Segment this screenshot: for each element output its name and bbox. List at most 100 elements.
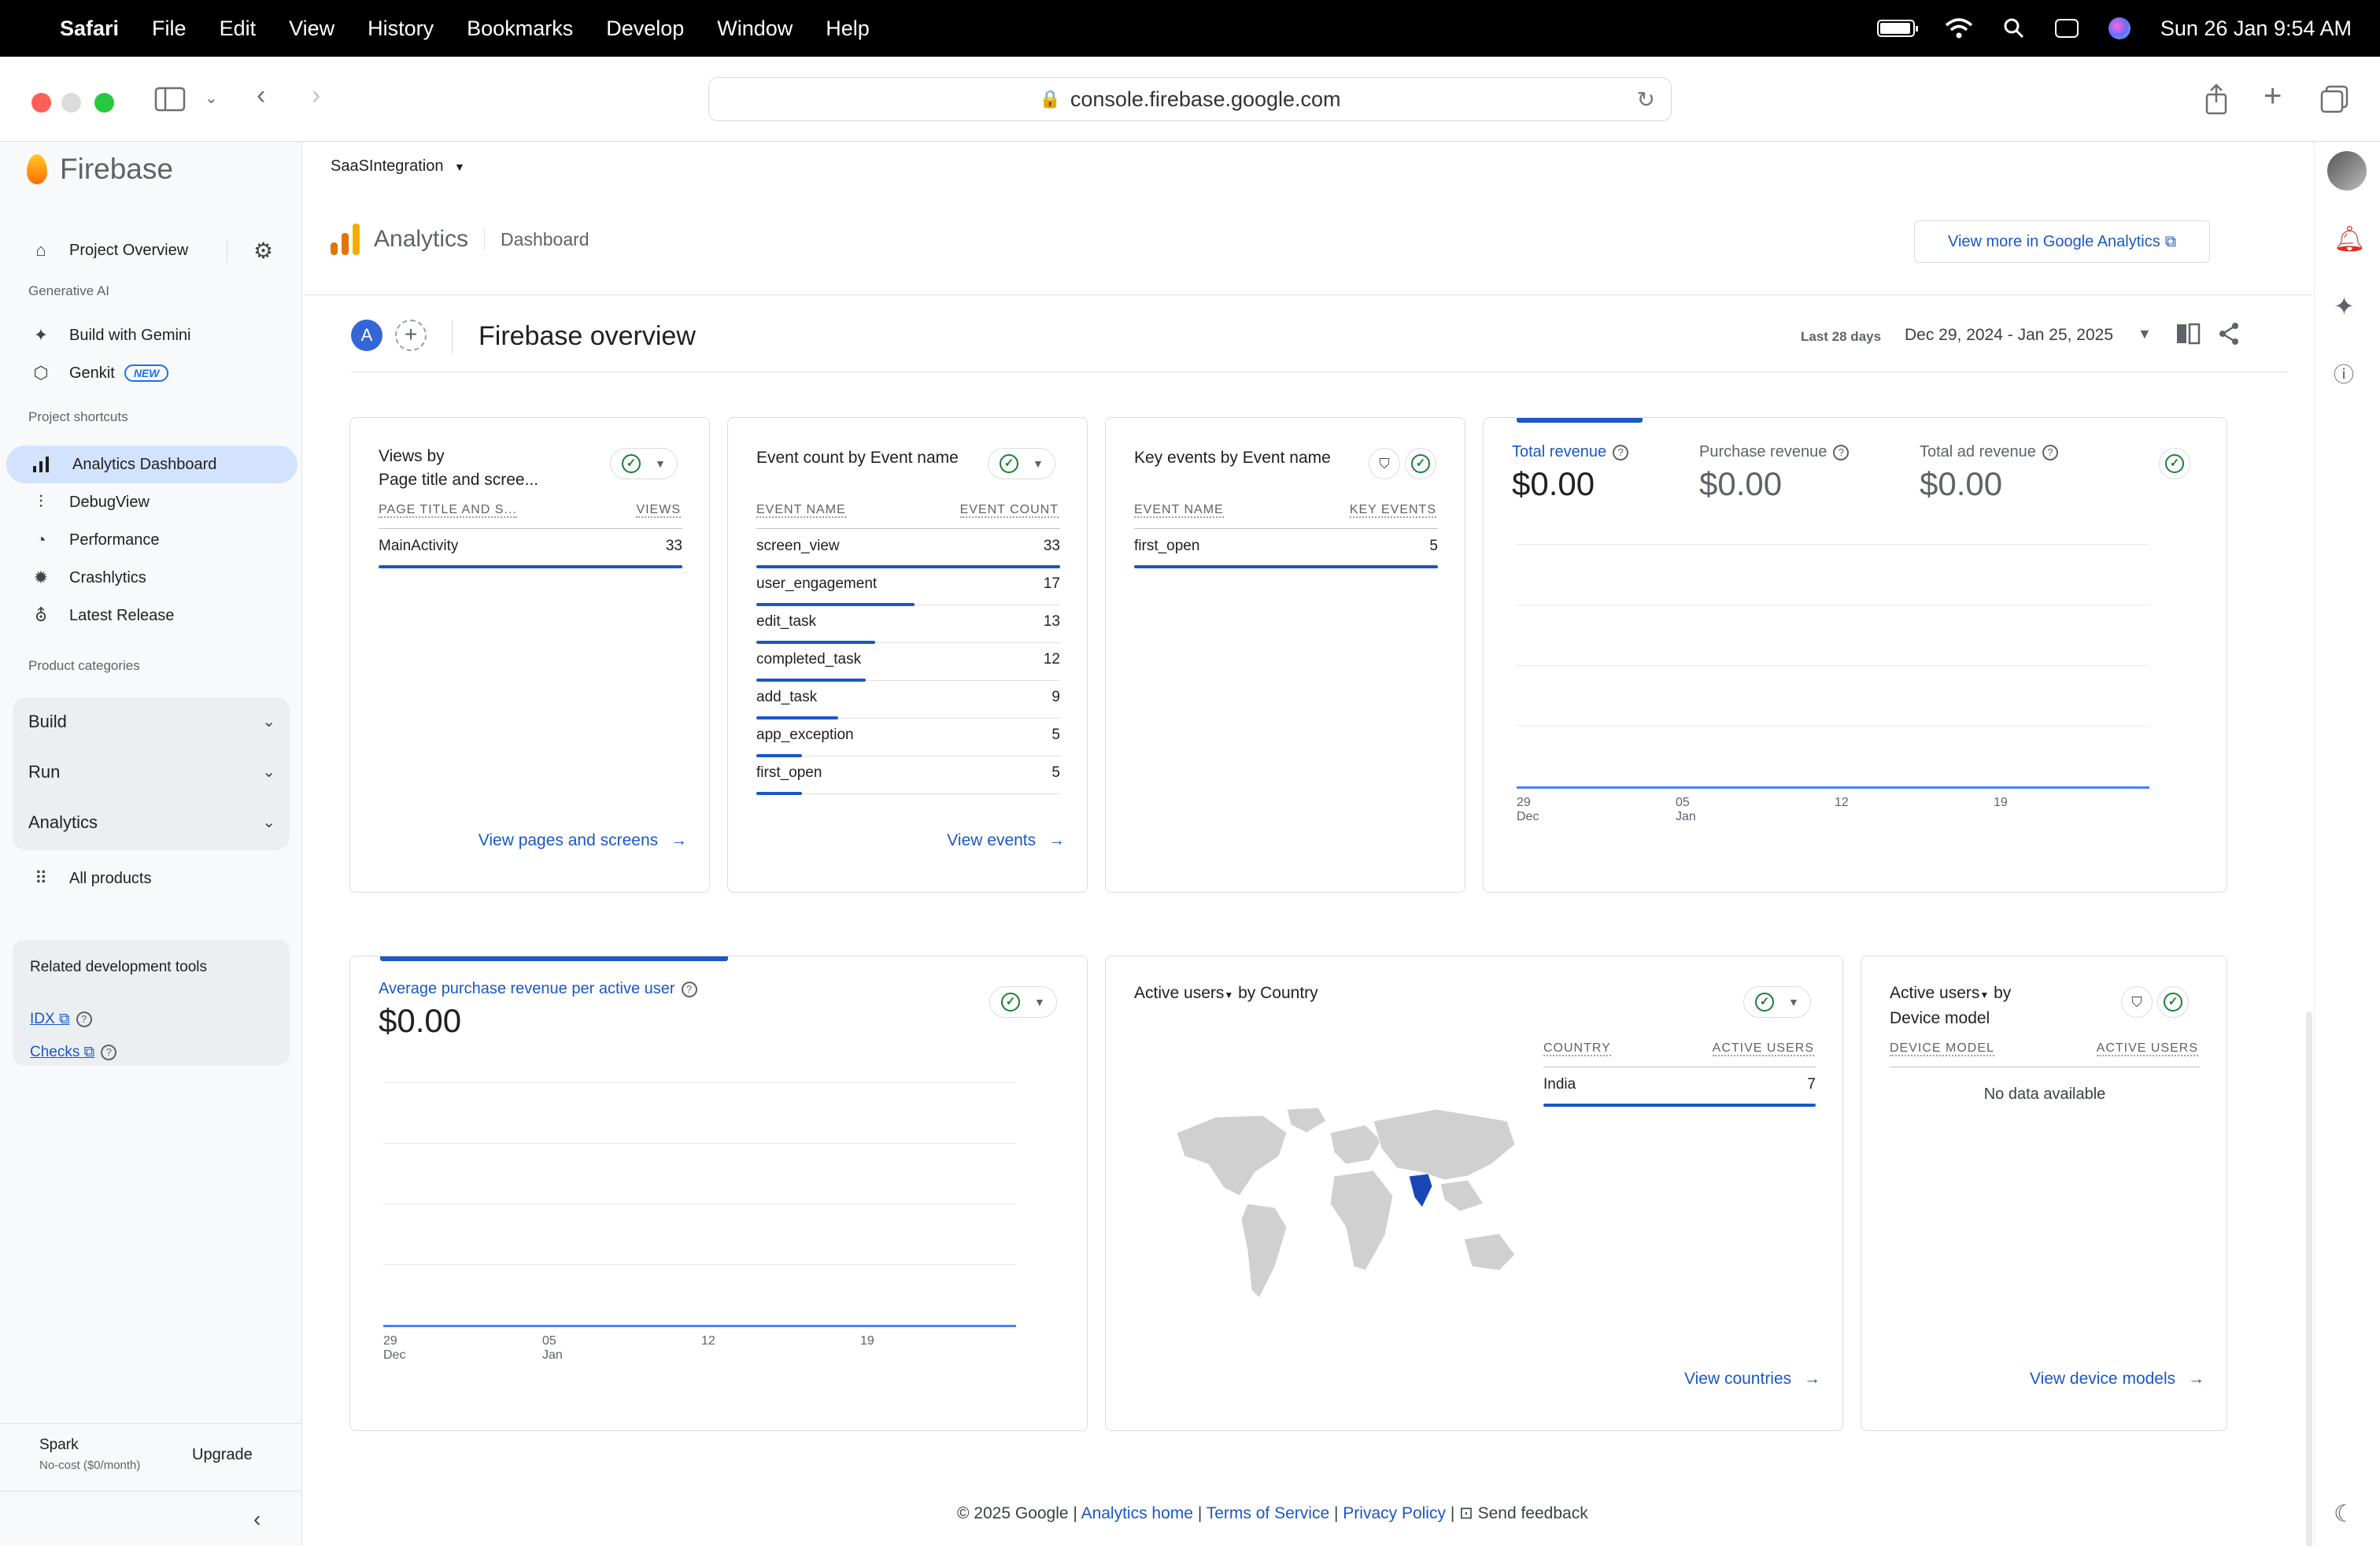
- share-icon[interactable]: [2204, 83, 2229, 115]
- compare-columns-icon[interactable]: [2175, 321, 2201, 346]
- help-icon[interactable]: ?: [2042, 444, 2058, 460]
- view-device-models-link[interactable]: View device models →: [2030, 1370, 2204, 1389]
- project-selector[interactable]: SaaSIntegration ▼: [331, 157, 465, 176]
- privacy-policy-link[interactable]: Privacy Policy: [1343, 1504, 1446, 1522]
- all-products-link[interactable]: ⠿ All products: [0, 860, 302, 897]
- help-icon[interactable]: ⓘ: [2334, 359, 2354, 388]
- help-icon[interactable]: ?: [76, 1011, 92, 1027]
- table-row[interactable]: edit_task 13: [756, 605, 1060, 644]
- card-options-control[interactable]: ✓ ▼: [1743, 986, 1811, 1018]
- wifi-icon[interactable]: [1945, 17, 1973, 39]
- forward-icon[interactable]: ›: [312, 80, 320, 111]
- overview-toolbar: A + Firebase overview Last 28 days Dec 2…: [351, 320, 2287, 364]
- settings-gear-icon[interactable]: ⚙: [253, 238, 273, 264]
- card-options-control[interactable]: ✓: [2159, 448, 2190, 479]
- menu-window[interactable]: Window: [717, 17, 793, 41]
- checks-link[interactable]: Checks ⧉?: [30, 1044, 117, 1061]
- menu-develop[interactable]: Develop: [606, 17, 684, 41]
- browser-toolbar: ⌄ ‹ › 🔒 console.firebase.google.com ↻ +: [0, 57, 2380, 142]
- tab-group-chevron-icon[interactable]: ⌄: [205, 88, 218, 108]
- view-pages-and-screens-link[interactable]: View pages and screens →: [479, 831, 687, 850]
- help-icon[interactable]: ?: [1833, 444, 1850, 460]
- menu-view[interactable]: View: [289, 17, 334, 41]
- card-options-control[interactable]: ✓ ▼: [610, 448, 678, 479]
- card-options-control[interactable]: ✓: [1405, 448, 1436, 479]
- help-icon[interactable]: ?: [1613, 444, 1629, 460]
- view-in-google-analytics-button[interactable]: View more in Google Analytics ⧉: [1914, 220, 2210, 263]
- zoom-window-button[interactable]: [94, 93, 114, 113]
- table-row[interactable]: completed_task 12: [756, 643, 1060, 682]
- sidebar-item-build-with-gemini[interactable]: ✦ Build with Gemini: [0, 316, 302, 354]
- card-options-control[interactable]: ✓ ▼: [988, 448, 1055, 479]
- menu-app-safari[interactable]: Safari: [60, 17, 119, 41]
- help-icon[interactable]: ?: [681, 981, 697, 997]
- table-row[interactable]: screen_view 33: [756, 530, 1060, 568]
- menubar-clock[interactable]: Sun 26 Jan 9:54 AM: [2160, 17, 2352, 41]
- address-bar[interactable]: 🔒 console.firebase.google.com ↻: [708, 77, 1672, 121]
- sidebar-item-analytics-dashboard[interactable]: Analytics Dashboard: [0, 446, 302, 483]
- table-row[interactable]: first_open 5: [1134, 530, 1438, 568]
- idx-link[interactable]: IDX ⧉?: [30, 1011, 92, 1028]
- close-window-button[interactable]: [31, 93, 51, 113]
- battery-icon[interactable]: [1876, 20, 1918, 37]
- terms-of-service-link[interactable]: Terms of Service: [1207, 1504, 1329, 1522]
- menu-help[interactable]: Help: [826, 17, 870, 41]
- sidebar-item-performance[interactable]: ◔ Performance: [0, 521, 302, 559]
- collapse-sidebar-icon[interactable]: ‹: [253, 1507, 261, 1532]
- share-icon[interactable]: [2216, 321, 2241, 346]
- help-icon[interactable]: ?: [101, 1044, 117, 1060]
- metric-label[interactable]: Average purchase revenue per active user…: [379, 980, 697, 998]
- menu-file[interactable]: File: [152, 17, 187, 41]
- project-overview-link[interactable]: ⌂ Project Overview ⚙: [0, 231, 302, 269]
- tab-overview-icon[interactable]: [2320, 85, 2349, 113]
- table-row[interactable]: MainActivity 33: [379, 530, 682, 568]
- analytics-home-link[interactable]: Analytics home: [1081, 1504, 1193, 1522]
- add-comparison-icon[interactable]: +: [395, 320, 427, 351]
- main-scrollbar[interactable]: [2306, 1012, 2312, 1546]
- notifications-bell-icon[interactable]: 🔔︎: [2334, 224, 2366, 253]
- table-row[interactable]: app_exception 5: [756, 719, 1060, 757]
- sidebar-item-latest-release[interactable]: ⛢ Latest Release: [0, 597, 302, 634]
- firebase-logo[interactable]: Firebase: [27, 153, 173, 186]
- view-events-link[interactable]: View events →: [947, 831, 1065, 850]
- metric-label: Total revenue?: [1512, 443, 1629, 461]
- table-row[interactable]: add_task 9: [756, 681, 1060, 719]
- control-center-icon[interactable]: [2054, 19, 2079, 38]
- filter-icon[interactable]: ⛉: [2121, 986, 2153, 1018]
- user-avatar[interactable]: [2327, 151, 2367, 190]
- card-options-control[interactable]: ✓: [2157, 986, 2189, 1018]
- metric-selector[interactable]: Active users▼: [1134, 984, 1233, 1002]
- minimize-window-button[interactable]: [61, 93, 81, 113]
- upgrade-button[interactable]: Upgrade: [192, 1446, 253, 1464]
- category-run[interactable]: Run ⌄: [13, 749, 290, 798]
- sidebar-item-genkit[interactable]: ⬡ Genkit NEW: [0, 354, 302, 392]
- date-range-dropdown-icon[interactable]: ▼: [2138, 326, 2152, 342]
- category-build[interactable]: Build ⌄: [13, 697, 290, 746]
- comparison-avatar[interactable]: A: [351, 320, 382, 351]
- date-range-picker[interactable]: Dec 29, 2024 - Jan 25, 2025: [1905, 326, 2113, 345]
- sidebar-toggle-icon[interactable]: [154, 87, 186, 112]
- menu-bookmarks[interactable]: Bookmarks: [467, 17, 573, 41]
- card-options-control[interactable]: ✓ ▼: [989, 986, 1057, 1018]
- send-feedback-link[interactable]: ⊡ Send feedback: [1459, 1504, 1588, 1522]
- reload-icon[interactable]: ↻: [1637, 87, 1655, 113]
- spotlight-search-icon[interactable]: [2003, 17, 2025, 39]
- table-row[interactable]: user_engagement 17: [756, 568, 1060, 606]
- menu-edit[interactable]: Edit: [220, 17, 257, 41]
- metric-selector[interactable]: Active users▼: [1890, 984, 1989, 1002]
- table-row[interactable]: India 7: [1543, 1068, 1816, 1107]
- siri-icon[interactable]: [2108, 17, 2131, 39]
- gemini-sparkle-icon[interactable]: ✦: [2334, 291, 2355, 321]
- column-header-text: VIEWS: [636, 503, 681, 518]
- table-row[interactable]: first_open 5: [756, 756, 1060, 795]
- view-countries-link[interactable]: View countries →: [1684, 1370, 1820, 1389]
- dark-mode-moon-icon[interactable]: ☾: [2334, 1500, 2355, 1528]
- new-tab-icon[interactable]: +: [2264, 79, 2282, 114]
- sidebar-item-debugview[interactable]: ⫶ DebugView: [0, 483, 302, 521]
- filter-icon[interactable]: ⛉: [1369, 448, 1400, 479]
- category-analytics[interactable]: Analytics ⌄: [13, 800, 290, 849]
- back-icon[interactable]: ‹: [257, 80, 265, 111]
- menu-history[interactable]: History: [368, 17, 434, 41]
- sidebar-item-crashlytics[interactable]: ✹ Crashlytics: [0, 559, 302, 597]
- ga-logo-bar: [331, 242, 338, 255]
